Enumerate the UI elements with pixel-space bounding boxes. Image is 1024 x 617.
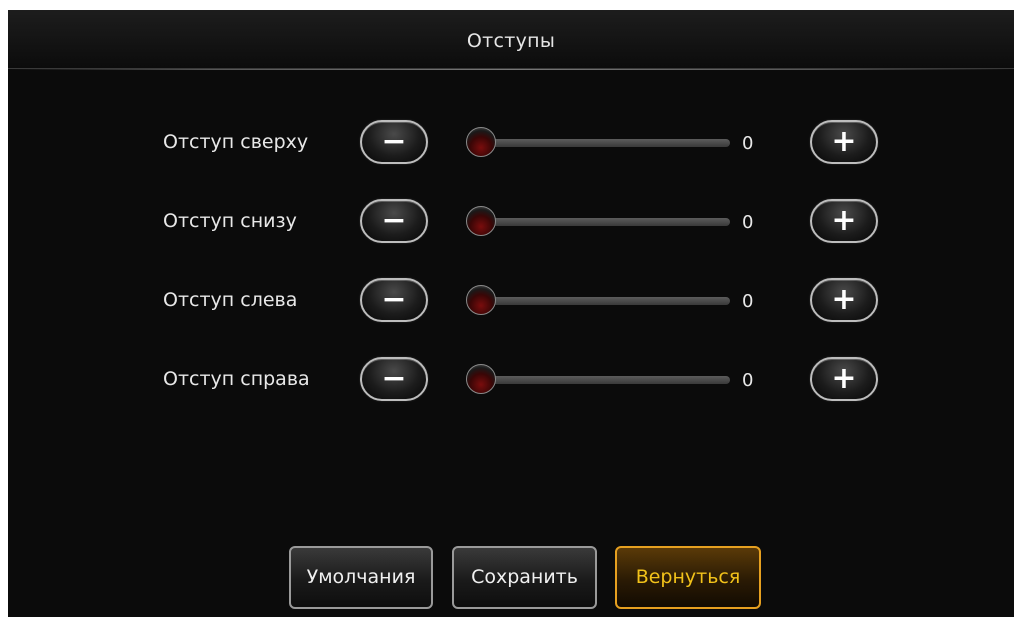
plus-icon: + <box>831 282 857 317</box>
offset-top-increase-button[interactable]: + <box>810 120 878 164</box>
offset-left-slider-track[interactable] <box>476 297 730 305</box>
minus-icon: − <box>381 203 407 238</box>
offset-right-decrease-button[interactable]: − <box>360 357 428 401</box>
offset-bottom-decrease-button[interactable]: − <box>360 199 428 243</box>
title-bar: Отступы <box>8 10 1014 70</box>
offset-top-slider-track[interactable] <box>476 139 730 147</box>
title-divider <box>8 69 1014 70</box>
minus-icon: − <box>381 124 407 159</box>
plus-icon: + <box>831 203 857 238</box>
plus-icon: + <box>831 124 857 159</box>
offset-right-slider-track[interactable] <box>476 376 730 384</box>
offset-bottom-slider-track[interactable] <box>476 218 730 226</box>
defaults-button[interactable]: Умолчания <box>289 546 433 609</box>
offset-right-label: Отступ справа <box>163 368 310 390</box>
offset-top-value: 0 <box>742 133 754 154</box>
offset-row-left: Отступ слева − 0 + <box>8 276 1014 326</box>
offset-row-bottom: Отступ снизу − 0 + <box>8 197 1014 247</box>
plus-icon: + <box>831 361 857 396</box>
offset-bottom-increase-button[interactable]: + <box>810 199 878 243</box>
offsets-screen: Отступы Отступ сверху − 0 + Отступ снизу… <box>8 10 1014 617</box>
minus-icon: − <box>381 361 407 396</box>
back-button[interactable]: Вернуться <box>615 546 761 609</box>
offset-left-value: 0 <box>742 291 754 312</box>
offset-right-slider-thumb[interactable] <box>466 364 496 394</box>
offset-left-increase-button[interactable]: + <box>810 278 878 322</box>
offset-left-label: Отступ слева <box>163 289 298 311</box>
offset-left-slider-thumb[interactable] <box>466 285 496 315</box>
offset-right-value: 0 <box>742 370 754 391</box>
offset-top-slider-thumb[interactable] <box>466 127 496 157</box>
offset-bottom-value: 0 <box>742 212 754 233</box>
save-button[interactable]: Сохранить <box>452 546 597 609</box>
offset-top-label: Отступ сверху <box>163 131 309 153</box>
offset-top-decrease-button[interactable]: − <box>360 120 428 164</box>
offset-row-right: Отступ справа − 0 + <box>8 355 1014 405</box>
page-title: Отступы <box>466 30 556 52</box>
offset-bottom-slider-thumb[interactable] <box>466 206 496 236</box>
offset-bottom-label: Отступ снизу <box>163 210 297 232</box>
offset-right-increase-button[interactable]: + <box>810 357 878 401</box>
offset-row-top: Отступ сверху − 0 + <box>8 118 1014 168</box>
offset-left-decrease-button[interactable]: − <box>360 278 428 322</box>
minus-icon: − <box>381 282 407 317</box>
